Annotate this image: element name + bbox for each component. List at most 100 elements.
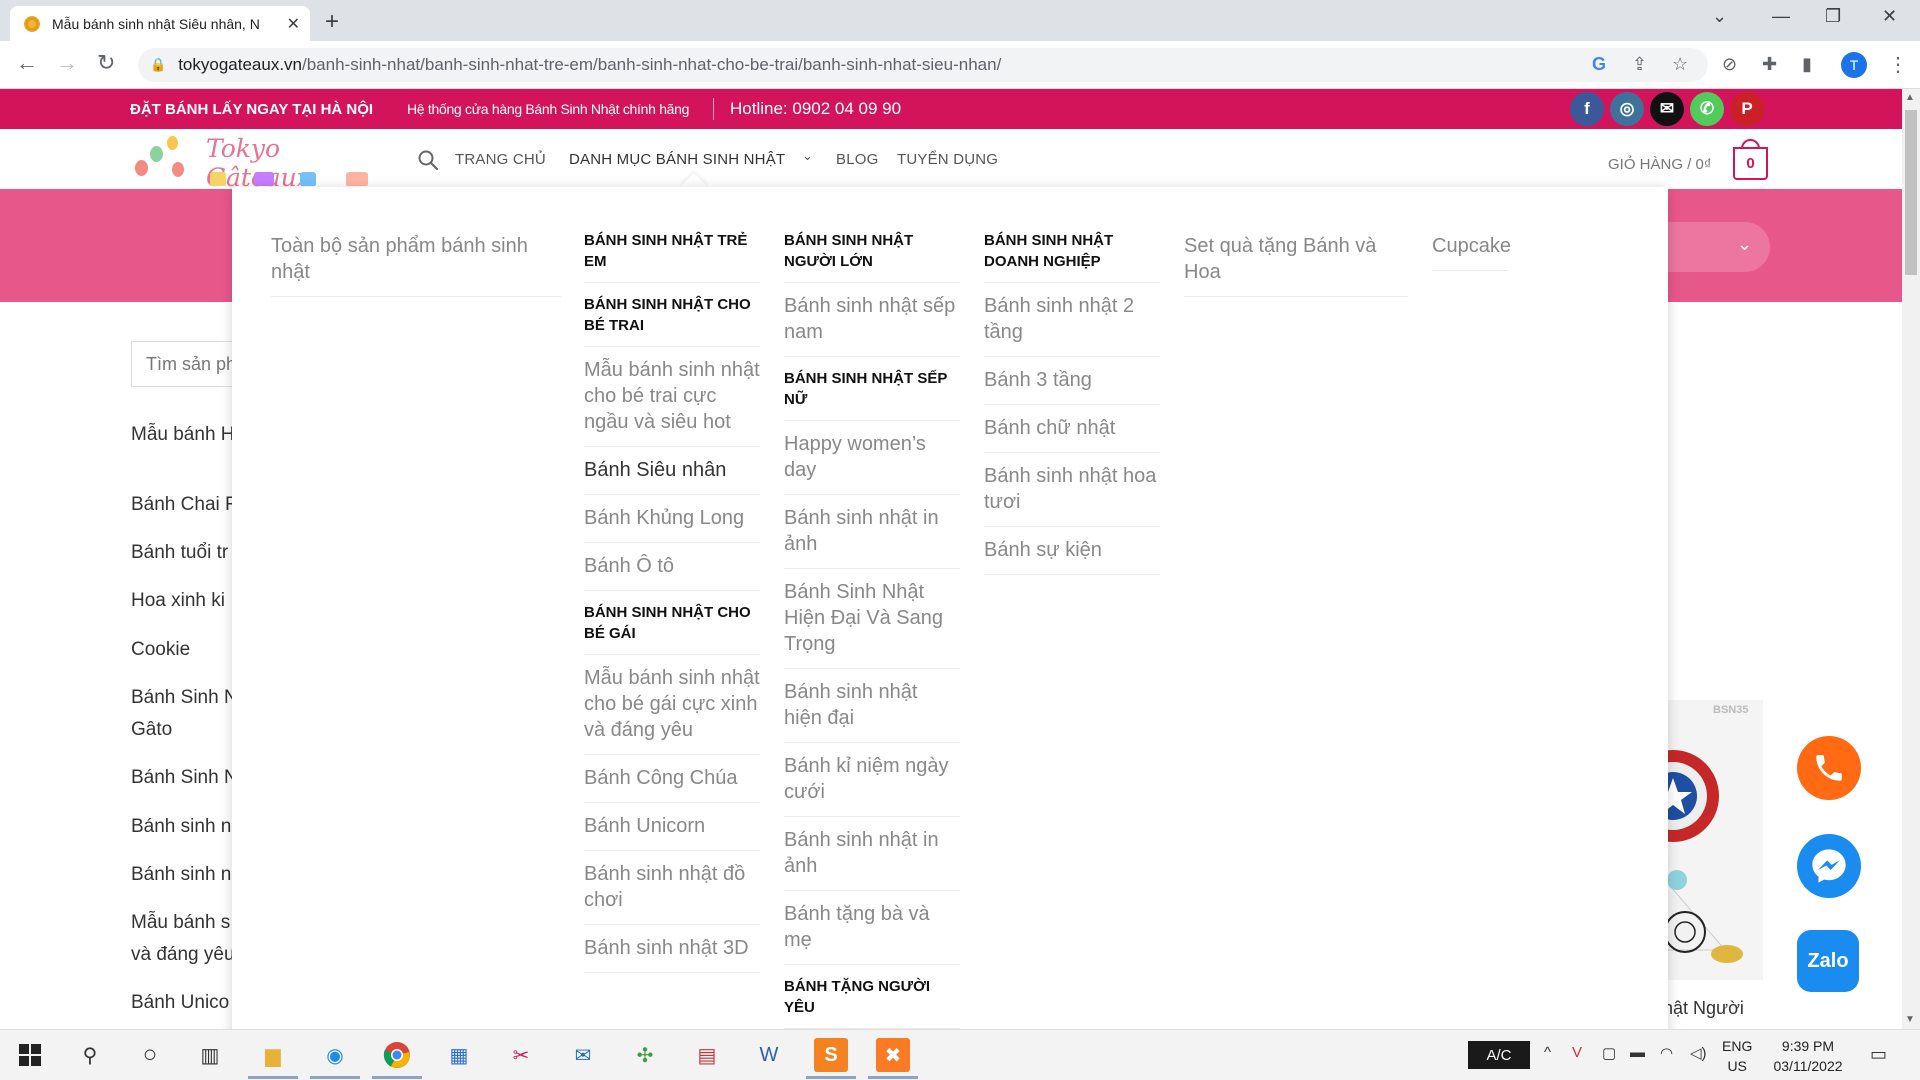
mega-menu-heading[interactable]: BÁNH TẶNG NGƯỜI YÊU [784, 965, 960, 1029]
site-logo[interactable]: Tokyo Gâteaux [130, 132, 375, 192]
mega-menu-item[interactable]: Bánh Unicorn [584, 803, 760, 851]
mega-menu-heading[interactable]: BÁNH SINH NHẬT TRẺ EM [584, 219, 760, 283]
mega-menu-item[interactable]: Bánh Công Chúa [584, 755, 760, 803]
address-bar[interactable]: 🔒 tokyogateaux.vn/banh-sinh-nhat/banh-si… [138, 48, 1708, 82]
cart-count-badge[interactable]: 0 [1733, 147, 1768, 180]
mega-menu-item[interactable]: Bánh sinh nhật hoa tươi [984, 453, 1160, 527]
mega-menu-item[interactable]: Bánh sinh nhật in ảnh [784, 817, 960, 891]
notifications-icon[interactable]: ▭ [1870, 1044, 1887, 1065]
mega-menu-item[interactable]: Bánh sinh nhật hiện đại [784, 669, 960, 743]
product-image[interactable] [1627, 700, 1763, 980]
chevron-down-icon[interactable]: ⌄ [802, 148, 813, 164]
file-explorer-icon[interactable]: ▆ [256, 1038, 290, 1072]
mega-menu-item[interactable]: Bánh Khủng Long [584, 495, 760, 543]
google-lens-icon[interactable]: G [1592, 54, 1606, 75]
mega-menu-item[interactable]: Bánh Ô tô [584, 543, 760, 591]
reload-button[interactable]: ↻ [97, 50, 115, 76]
task-view-icon[interactable]: ▥ [193, 1038, 227, 1072]
browser-tab[interactable]: Mẫu bánh sinh nhật Siêu nhân, N ✕ [10, 6, 310, 41]
share-icon[interactable]: ⇪ [1632, 54, 1647, 75]
windows-start-icon[interactable] [13, 1038, 47, 1072]
show-hidden-icons-chevron-icon[interactable]: ^ [1544, 1044, 1551, 1061]
mega-menu-item[interactable]: Bánh sinh nhật đồ chơi [584, 851, 760, 925]
app-icon[interactable]: ▤ [690, 1038, 724, 1072]
tab-search-chevron-icon[interactable]: ⌄ [1712, 6, 1727, 27]
scroll-up-arrow-icon[interactable]: ▲ [1905, 92, 1915, 103]
chrome-icon[interactable] [380, 1038, 414, 1072]
mega-menu-item[interactable]: Mẫu bánh sinh nhật cho bé trai cực ngầu … [584, 347, 760, 447]
volume-icon[interactable]: ◁) [1690, 1044, 1707, 1062]
bookmark-star-icon[interactable]: ☆ [1672, 54, 1688, 75]
close-window-button[interactable]: ✕ [1882, 6, 1897, 27]
mega-menu-heading[interactable]: BÁNH SINH NHẬT SẾP NỮ [784, 357, 960, 421]
app-icon[interactable]: ✣ [628, 1038, 662, 1072]
floating-messenger-button[interactable] [1797, 834, 1861, 898]
xampp-icon[interactable]: ✖ [876, 1038, 910, 1072]
minimize-button[interactable]: — [1772, 6, 1790, 27]
extensions-puzzle-icon[interactable]: ✚ [1762, 54, 1777, 75]
instagram-icon[interactable]: ◎ [1610, 92, 1644, 126]
store-icon[interactable]: ▦ [442, 1038, 476, 1072]
mega-menu-item[interactable]: Bánh tặng bà và mẹ [784, 891, 960, 965]
mega-menu-item[interactable]: Bánh sinh nhật in ảnh [784, 495, 960, 569]
mega-menu-heading[interactable]: BÁNH SINH NHẬT NGƯỜI LỚN [784, 219, 960, 283]
browser-menu-icon[interactable]: ⋮ [1888, 52, 1908, 77]
mega-menu-heading[interactable]: BÁNH SINH NHẬT DOANH NGHIỆP [984, 219, 1160, 283]
close-tab-icon[interactable]: ✕ [287, 14, 300, 34]
scrollbar-thumb[interactable] [1905, 110, 1917, 275]
chevron-down-icon[interactable]: ⌄ [1737, 234, 1752, 255]
system-clock[interactable]: 9:39 PM 03/11/2022 [1768, 1036, 1848, 1076]
new-tab-button[interactable]: + [325, 8, 339, 36]
sublime-text-icon[interactable]: S [814, 1038, 848, 1072]
nav-cake-categories[interactable]: DANH MỤC BÁNH SINH NHẬT [569, 151, 785, 168]
mega-menu-heading[interactable]: BÁNH SINH NHẬT CHO BÉ GÁI [584, 591, 760, 655]
forward-button[interactable]: → [56, 50, 78, 76]
mega-menu-item[interactable]: Bánh 3 tầng [984, 357, 1160, 405]
back-button[interactable]: ← [16, 50, 38, 76]
extension-compass-icon[interactable]: ⊘ [1722, 54, 1737, 75]
scroll-down-arrow-icon[interactable]: ▼ [1905, 1014, 1915, 1025]
snipping-tool-icon[interactable]: ✂ [504, 1038, 538, 1072]
search-icon[interactable] [416, 148, 440, 172]
cortana-icon[interactable]: ○ [133, 1038, 167, 1072]
mega-menu-item-current[interactable]: Bánh Siêu nhân [584, 447, 760, 495]
mega-menu-item[interactable]: Bánh sinh nhật 3D [584, 925, 760, 973]
side-panel-icon[interactable]: ▮ [1802, 54, 1812, 75]
word-icon[interactable]: W [752, 1038, 786, 1072]
mega-menu-item[interactable]: Happy women’s day [784, 421, 960, 495]
mega-menu-heading[interactable]: BÁNH SINH NHẬT CHO BÉ TRAI [584, 283, 760, 347]
nav-blog[interactable]: BLOG [836, 151, 878, 168]
email-icon[interactable]: ✉ [1650, 92, 1684, 126]
mega-menu-item[interactable]: Bánh kỉ niệm ngày cưới [784, 743, 960, 817]
mega-menu-item[interactable]: Bánh Sinh Nhật Hiện Đại Và Sang Trọng [784, 569, 960, 669]
product-title[interactable]: hật Người [1663, 998, 1744, 1019]
mega-menu-item[interactable]: Bánh sự kiện [984, 527, 1160, 575]
topbar-hotline[interactable]: Hotline: 0902 04 09 90 [730, 99, 901, 119]
mega-menu-item[interactable]: Bánh sinh nhật 2 tầng [984, 283, 1160, 357]
mega-menu-item[interactable]: Cupcake [1432, 219, 1511, 271]
mail-icon[interactable]: ✉ [566, 1038, 600, 1072]
profile-avatar[interactable]: T [1841, 52, 1867, 78]
mega-menu-item[interactable]: Mẫu bánh sinh nhật cho bé gái cực xinh v… [584, 655, 760, 755]
wifi-icon[interactable]: ◠ [1660, 1044, 1673, 1062]
tray-device-icon[interactable]: ▢ [1602, 1044, 1616, 1062]
edge-icon[interactable]: ◉ [318, 1038, 352, 1072]
mega-menu-item[interactable]: Toàn bộ sản phẩm bánh sinh nhật [271, 219, 561, 297]
mega-menu-item[interactable]: Set quà tặng Bánh và Hoa [1184, 219, 1408, 297]
tray-ac-indicator[interactable]: A/C [1468, 1041, 1530, 1069]
lock-icon[interactable]: 🔒 [150, 57, 166, 73]
nav-careers[interactable]: TUYỂN DỤNG [897, 151, 998, 168]
nav-home[interactable]: TRANG CHỦ [455, 151, 546, 168]
phone-icon[interactable]: ✆ [1690, 92, 1724, 126]
pinterest-icon[interactable]: P [1730, 92, 1764, 126]
facebook-icon[interactable]: f [1570, 92, 1604, 126]
input-language[interactable]: ENG US [1722, 1036, 1752, 1076]
mega-menu-item[interactable]: Bánh sinh nhật sếp nam [784, 283, 960, 357]
mega-menu-item[interactable]: Bánh chữ nhật [984, 405, 1160, 453]
battery-icon[interactable]: ▬ [1630, 1044, 1645, 1061]
floating-zalo-button[interactable]: Zalo [1797, 930, 1859, 992]
tray-app-icon[interactable]: V [1572, 1044, 1582, 1061]
restore-button[interactable]: ❐ [1825, 6, 1841, 27]
search-icon[interactable]: ⚲ [73, 1038, 107, 1072]
cart-link[interactable]: GIỎ HÀNG / 0₫ [1608, 156, 1712, 173]
